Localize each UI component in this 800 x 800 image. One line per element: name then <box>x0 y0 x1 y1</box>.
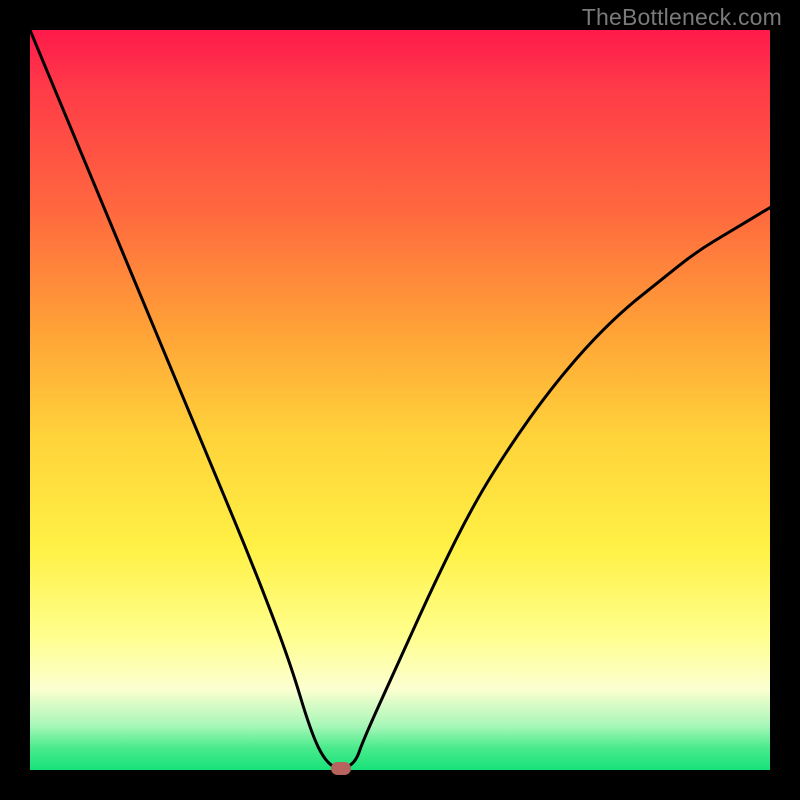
plot-area <box>30 30 770 770</box>
minimum-marker <box>331 762 351 775</box>
watermark-text: TheBottleneck.com <box>582 4 782 31</box>
bottleneck-curve-path <box>30 30 770 768</box>
chart-frame: TheBottleneck.com <box>0 0 800 800</box>
curve-svg <box>30 30 770 770</box>
